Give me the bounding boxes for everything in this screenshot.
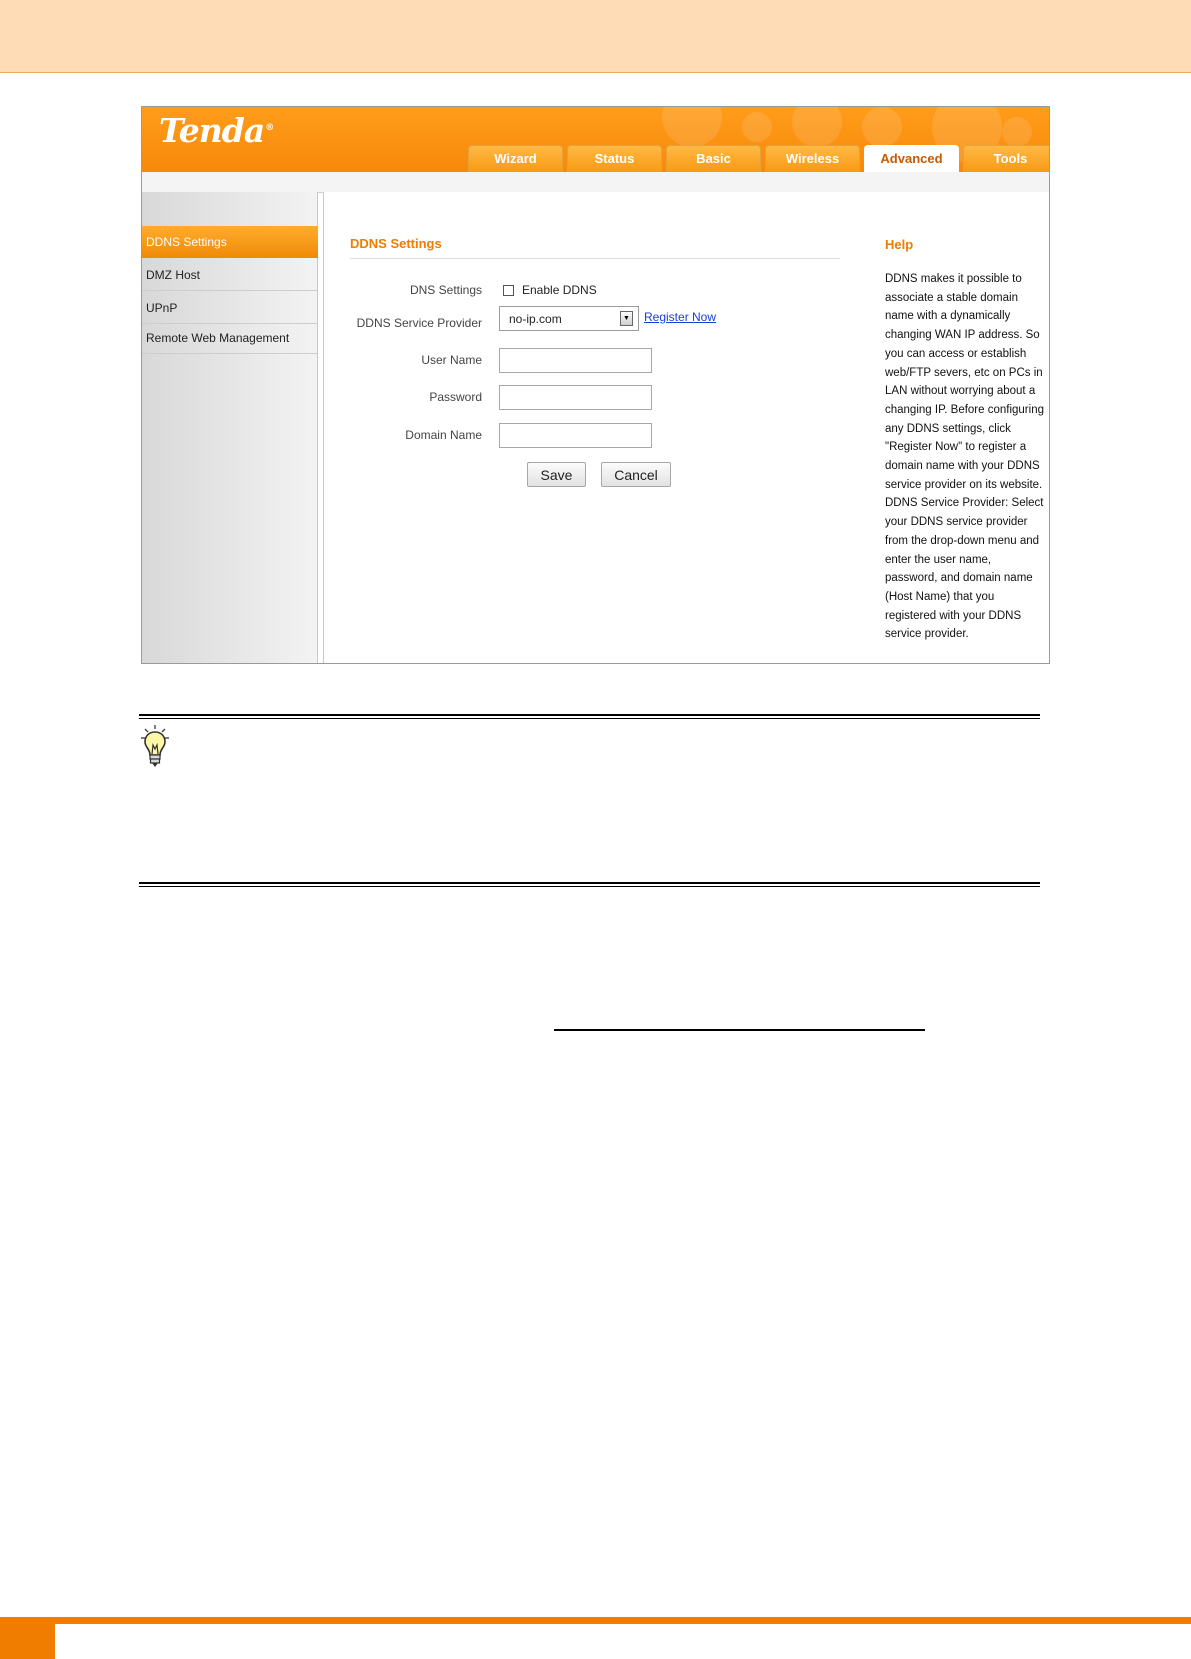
tab-advanced[interactable]: Advanced [864, 145, 959, 172]
tenda-logo: Tenda® [159, 111, 274, 150]
sub-header-bar [142, 172, 1049, 193]
chevron-down-icon[interactable]: ▼ [620, 311, 633, 326]
sidebar-item-ddns-settings[interactable]: DDNS Settings [142, 226, 318, 258]
footer-bar [0, 1617, 1191, 1624]
banner-bubble [1002, 117, 1032, 147]
tenda-logo-text: Tenda [159, 111, 265, 150]
user-name-label: User Name [421, 353, 482, 367]
cancel-button[interactable]: Cancel [601, 462, 671, 487]
page-header-band [0, 0, 1191, 73]
note-top-rule [139, 714, 1040, 719]
router-banner: Tenda® Wizard Status Basic Wireless Adva… [142, 107, 1049, 172]
ddns-provider-value: no-ip.com [509, 312, 562, 326]
tab-wizard[interactable]: Wizard [468, 145, 563, 172]
help-title: Help [885, 237, 914, 252]
banner-bubble [862, 107, 902, 147]
banner-bubble [792, 107, 842, 147]
save-button[interactable]: Save [527, 462, 586, 487]
panel-title: DDNS Settings [350, 236, 840, 259]
footer-page-block [0, 1624, 55, 1659]
router-screenshot: Tenda® Wizard Status Basic Wireless Adva… [141, 106, 1050, 664]
enable-ddns-label: Enable DDNS [522, 283, 597, 297]
sidebar-item-dmz-host[interactable]: DMZ Host [142, 259, 318, 291]
sidebar: DDNS Settings DMZ Host UPnP Remote Web M… [142, 192, 318, 663]
tab-status[interactable]: Status [567, 145, 662, 172]
domain-name-label: Domain Name [405, 428, 482, 442]
tab-wireless[interactable]: Wireless [765, 145, 860, 172]
register-now-link[interactable]: Register Now [644, 310, 716, 324]
tab-basic[interactable]: Basic [666, 145, 761, 172]
sidebar-item-remote-web-management[interactable]: Remote Web Management [142, 322, 318, 354]
banner-bubble [742, 112, 772, 142]
password-label: Password [429, 390, 482, 404]
domain-name-input[interactable] [499, 423, 652, 448]
dns-settings-label: DNS Settings [409, 283, 482, 297]
note-bottom-rule [139, 882, 1040, 887]
ddns-settings-panel: DDNS Settings DNS Settings Enable DDNS D… [323, 192, 867, 663]
underline-rule [554, 1029, 925, 1031]
password-input[interactable] [499, 385, 652, 410]
tenda-logo-mark: ® [265, 123, 274, 133]
ddns-provider-select[interactable]: no-ip.com ▼ [499, 306, 639, 331]
help-panel: Help DDNS makes it possible to associate… [865, 192, 1049, 663]
sidebar-item-upnp[interactable]: UPnP [142, 292, 318, 324]
enable-ddns-checkbox[interactable] [503, 285, 514, 296]
lightbulb-icon [141, 725, 169, 767]
ddns-provider-label: DDNS Service Provider [356, 316, 482, 330]
help-text: DDNS makes it possible to associate a st… [885, 273, 1044, 641]
tab-tools[interactable]: Tools [963, 145, 1049, 172]
banner-bubble [662, 107, 722, 147]
user-name-input[interactable] [499, 348, 652, 373]
